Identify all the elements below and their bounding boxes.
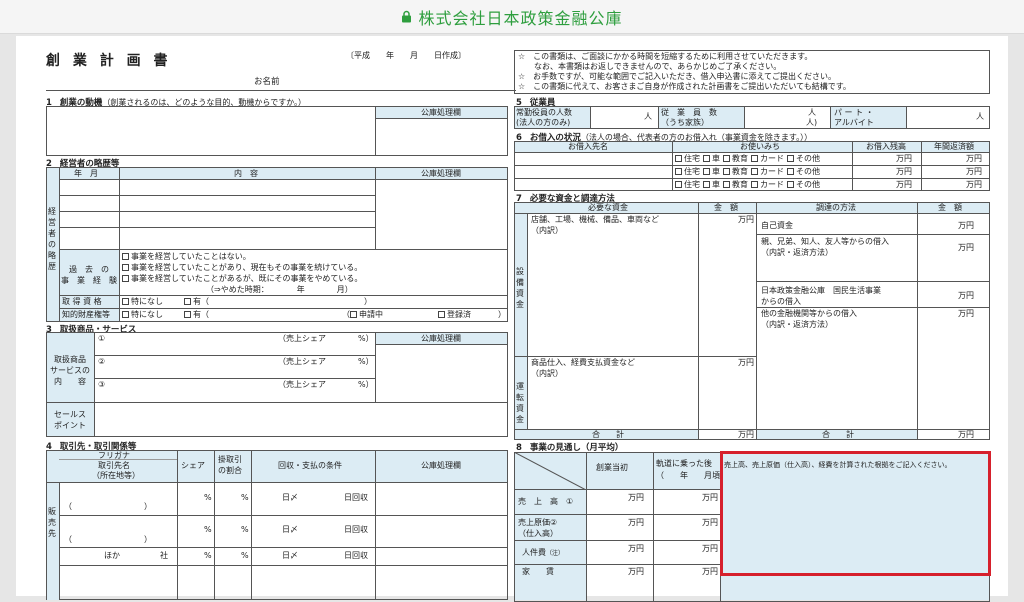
- checkbox[interactable]: [438, 311, 445, 318]
- products-side-label: 取扱商品 サービスの 内 容: [50, 355, 90, 386]
- unit-label: 万円: [966, 167, 982, 176]
- checkbox[interactable]: [703, 168, 710, 175]
- checkbox[interactable]: [787, 155, 794, 162]
- loan-use-label: カード: [760, 180, 784, 189]
- loan-use-options[interactable]: 住宅 車 教育 カード その他: [675, 181, 823, 189]
- license-label: 取 得 資 格: [62, 297, 102, 306]
- loan-use-label: 教育: [732, 154, 748, 163]
- checkbox[interactable]: [122, 298, 129, 305]
- checkbox[interactable]: [751, 181, 758, 188]
- loan-use-label: カード: [760, 167, 784, 176]
- ip-pending[interactable]: （申請中: [342, 311, 383, 319]
- checkbox[interactable]: [675, 155, 682, 162]
- checkbox[interactable]: [703, 181, 710, 188]
- unit-label: 万円: [896, 167, 912, 176]
- ip-yes[interactable]: 有（: [184, 311, 209, 319]
- office-col-1: 公庫処理欄: [421, 108, 461, 117]
- highlight-rectangle[interactable]: [720, 451, 991, 576]
- checkbox[interactable]: [122, 311, 129, 318]
- checkbox[interactable]: [723, 168, 730, 175]
- loan-use-label: 車: [712, 167, 720, 176]
- ip-registered[interactable]: 登録済: [438, 311, 471, 319]
- checkbox[interactable]: [184, 311, 191, 318]
- loan-use-options[interactable]: 住宅 車 教育 カード その他: [675, 168, 823, 176]
- name-label: お名前: [254, 77, 280, 87]
- loan-use-label: 教育: [732, 167, 748, 176]
- creation-date: 〔平成 年 月 日作成〕: [346, 51, 466, 60]
- loan-use-label: その他: [796, 154, 820, 163]
- unit-label: 万円: [896, 154, 912, 163]
- col-content: 内 容: [234, 169, 258, 178]
- checkbox[interactable]: [787, 181, 794, 188]
- loan-use-label: 教育: [732, 180, 748, 189]
- past-experience-label: 過 去 の 事 業 経 験: [61, 265, 117, 285]
- past-option-2[interactable]: 事業を経営していたことがあり、現在もその事業を続けている。: [122, 264, 362, 272]
- checkbox[interactable]: [751, 155, 758, 162]
- license-none[interactable]: 特になし: [122, 298, 163, 306]
- ip-label: 知的財産権等: [62, 310, 110, 319]
- col-year-month: 年 月: [74, 169, 98, 178]
- business-plan-form: 創 業 計 画 書 〔平成 年 月 日作成〕 お名前 ☆ この書類は、ご面談にか…: [16, 36, 1008, 602]
- browser-address-bar: 株式会社日本政策金融公庫: [0, 0, 1024, 34]
- past-option-3[interactable]: 事業を経営していたことがあるが、既にその事業をやめている。: [122, 275, 362, 283]
- loan-use-label: 住宅: [684, 154, 700, 163]
- past-option-1[interactable]: 事業を経営していたことはない。: [122, 253, 251, 261]
- note-line-1: ☆ この書類は、ご面談にかかる時間を短縮するために利用させていただきます。: [518, 52, 813, 61]
- checkbox[interactable]: [675, 181, 682, 188]
- office-col-3: 公庫処理欄: [421, 334, 461, 343]
- unit-label: 万円: [896, 180, 912, 189]
- checkbox[interactable]: [703, 155, 710, 162]
- checkbox[interactable]: [184, 298, 191, 305]
- office-col-4: 公庫処理欄: [421, 461, 461, 470]
- past-closed-date: （⇒やめた時期： 年 月）: [206, 285, 353, 294]
- checkbox[interactable]: [723, 155, 730, 162]
- seller-side-label: 販売先: [48, 507, 56, 538]
- ip-none[interactable]: 特になし: [122, 311, 163, 319]
- note-line-4: ☆ この書類に代えて、お客さまご自身が作成された計画書をご提出いただいても結構で…: [518, 82, 851, 91]
- funding-table: [514, 202, 990, 440]
- checkbox[interactable]: [122, 275, 129, 282]
- checkbox[interactable]: [751, 168, 758, 175]
- loan-use-label: カード: [760, 154, 784, 163]
- loan-use-label: 車: [712, 180, 720, 189]
- loan-use-label: その他: [796, 167, 820, 176]
- loan-use-label: 車: [712, 154, 720, 163]
- checkbox[interactable]: [723, 181, 730, 188]
- lock-icon: [402, 10, 412, 23]
- loan-use-label: 住宅: [684, 180, 700, 189]
- checkbox[interactable]: [350, 311, 357, 318]
- loan-use-options[interactable]: 住宅 車 教育 カード その他: [675, 155, 823, 163]
- sales-point-label: セールス ポイント: [54, 410, 86, 430]
- diagonal-line: [514, 452, 586, 490]
- note-line-3: ☆ お手数ですが、可能な範囲でご記入いただき、借入申込書に添えてご提出ください。: [518, 72, 837, 81]
- checkbox[interactable]: [787, 168, 794, 175]
- site-title: 株式会社日本政策金融公庫: [418, 8, 623, 28]
- unit-label: 万円: [966, 154, 982, 163]
- document-title: 創 業 計 画 書: [46, 53, 172, 69]
- checkbox[interactable]: [122, 264, 129, 271]
- checkbox[interactable]: [122, 253, 129, 260]
- note-line-2: なお、本書類はお返しできませんので、あらかじめご了承ください。: [518, 62, 782, 71]
- checkbox[interactable]: [675, 168, 682, 175]
- license-yes[interactable]: 有（: [184, 298, 209, 306]
- loan-use-label: その他: [796, 180, 820, 189]
- unit-label: 万円: [966, 180, 982, 189]
- loan-use-label: 住宅: [684, 167, 700, 176]
- products-table: [46, 332, 508, 437]
- office-col-2: 公庫処理欄: [421, 169, 461, 178]
- career-side-label: 経営者の略歴: [48, 207, 56, 271]
